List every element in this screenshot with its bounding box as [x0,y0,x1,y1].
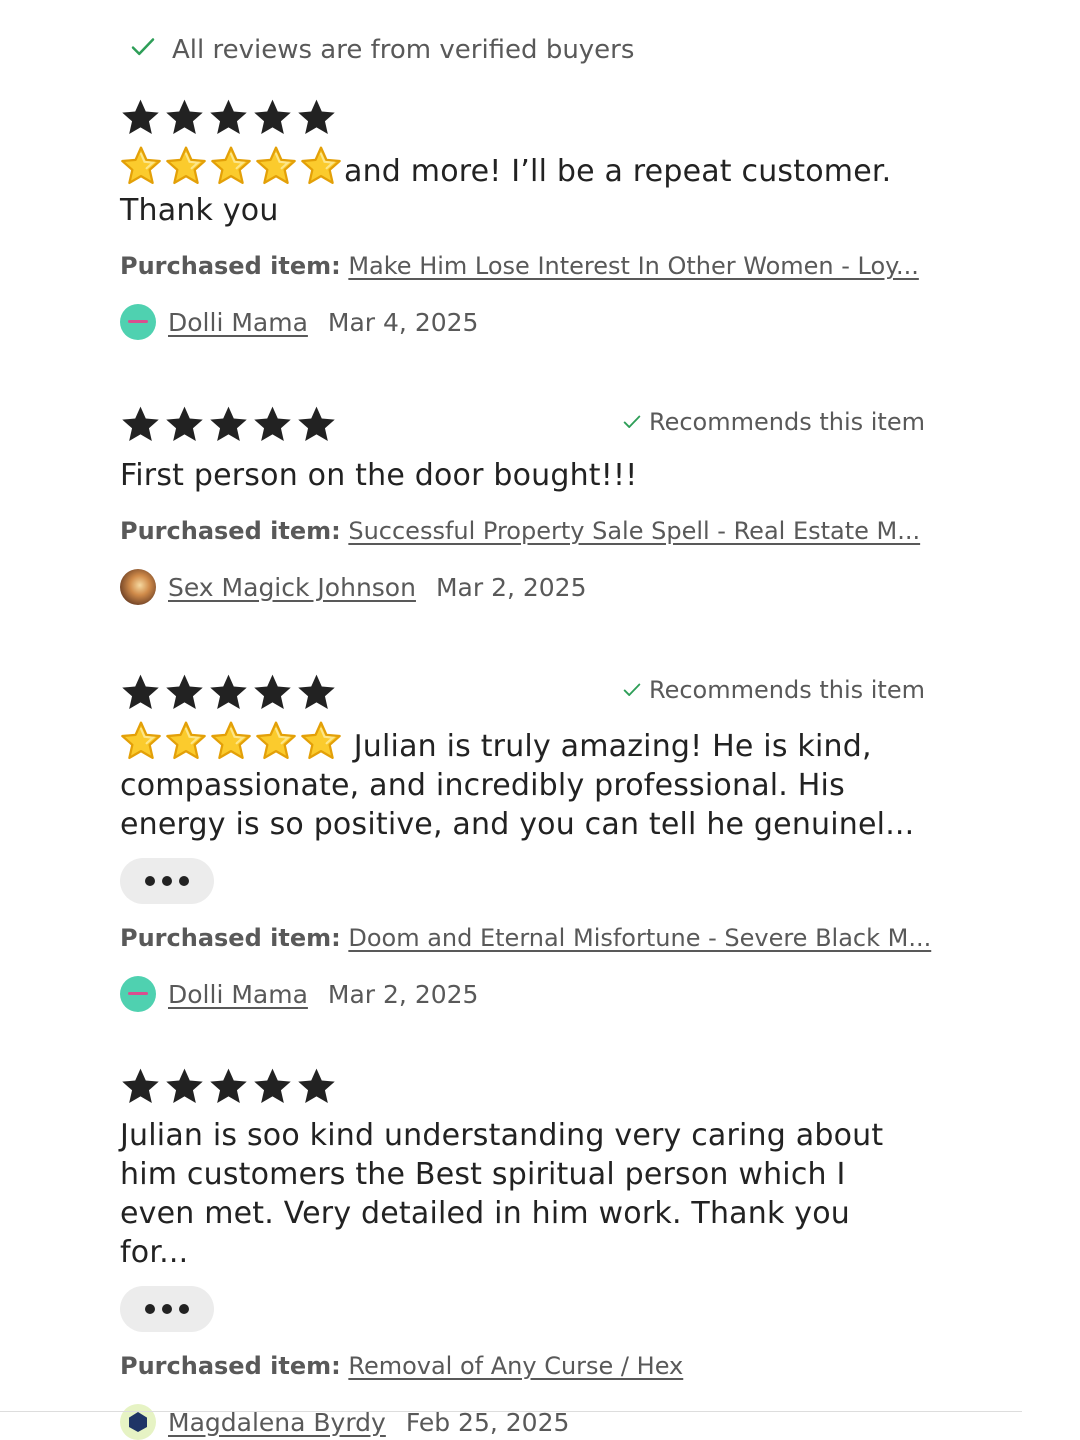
star-icon [208,97,249,138]
emoji-star-icon [165,720,207,762]
purchased-item-label: Purchased item: [120,1352,341,1380]
rating-row [120,95,925,139]
check-icon [623,683,641,696]
emoji-star-icon [255,145,297,187]
purchased-item-row: Purchased item: Make Him Lose Interest I… [120,252,925,280]
star-icon [208,404,249,445]
verified-buyers-banner: All reviews are from verified buyers [128,30,634,70]
dot-icon [145,876,155,886]
review-date: Mar 2, 2025 [435,572,587,602]
dot-icon [179,876,189,886]
reviewer-row: Magdalena Byrdy Feb 25, 2025 [120,1404,925,1440]
review-date: Mar 4, 2025 [327,307,479,337]
star-icon [252,672,293,713]
reviewer-name-link[interactable]: Dolli Mama [168,308,308,337]
emoji-star-icon [300,720,342,762]
star-icon [252,404,293,445]
reviewer-row: Dolli Mama Mar 2, 2025 [120,976,925,1012]
reviewer-row: Sex Magick Johnson Mar 2, 2025 [120,569,925,605]
recommends-badge: Recommends this item [621,408,925,436]
purchased-item-link[interactable]: Removal of Any Curse / Hex [348,1352,683,1380]
reviewer-name-link[interactable]: Sex Magick Johnson [168,573,416,602]
star-rating [120,97,337,138]
rating-row [120,1064,925,1108]
star-icon [252,97,293,138]
recommends-label: Recommends this item [649,676,925,704]
check-icon [128,32,172,69]
star-rating [120,1066,337,1107]
star-icon [296,404,337,445]
purchased-item-label: Purchased item: [120,517,341,545]
rating-row: Recommends this item [120,402,925,446]
expand-review-button[interactable] [120,1286,214,1332]
star-icon [164,97,205,138]
emoji-star-icon [300,145,342,187]
reviewer-row: Dolli Mama Mar 4, 2025 [120,304,925,340]
star-icon [120,672,161,713]
star-icon [208,672,249,713]
purchased-item-row: Purchased item: Removal of Any Curse / H… [120,1352,925,1380]
avatar[interactable] [120,304,156,340]
verified-banner-text: All reviews are from verified buyers [172,35,635,65]
review-text: Julian is soo kind understanding very ca… [120,1118,884,1270]
review-card: Recommends this item Julian is truly ama… [120,670,931,1012]
star-icon [164,1066,205,1107]
dot-icon [162,876,172,886]
star-icon [120,404,161,445]
review-text-block: Julian is truly amazing! He is kind, com… [120,720,925,844]
recommends-badge: Recommends this item [621,676,925,704]
check-icon [623,415,641,428]
dot-icon [162,1304,172,1314]
purchased-item-label: Purchased item: [120,252,341,280]
review-text: First person on the door bought!!! [120,458,638,493]
divider [0,1411,1022,1412]
emoji-star-icon [120,145,162,187]
emoji-star-icon [210,720,252,762]
avatar[interactable] [120,569,156,605]
star-rating [120,672,337,713]
purchased-item-row: Purchased item: Successful Property Sale… [120,517,925,545]
star-icon [296,672,337,713]
expand-review-button[interactable] [120,858,214,904]
star-icon [120,1066,161,1107]
review-date: Mar 2, 2025 [327,979,479,1009]
recommends-label: Recommends this item [649,408,925,436]
dot-icon [145,1304,155,1314]
purchased-item-link[interactable]: Make Him Lose Interest In Other Women - … [348,252,919,280]
avatar[interactable] [120,976,156,1012]
star-icon [164,672,205,713]
star-icon [120,97,161,138]
purchased-item-row: Purchased item: Doom and Eternal Misfort… [120,924,931,952]
dot-icon [179,1304,189,1314]
avatar[interactable] [120,1404,156,1440]
purchased-item-link[interactable]: Doom and Eternal Misfortune - Severe Bla… [348,924,931,952]
star-icon [296,97,337,138]
review-card: Julian is soo kind understanding very ca… [120,1064,925,1440]
reviewer-name-link[interactable]: Dolli Mama [168,980,308,1009]
emoji-stars [120,145,342,187]
emoji-star-icon [165,145,207,187]
star-icon [208,1066,249,1107]
star-icon [296,1066,337,1107]
purchased-item-link[interactable]: Successful Property Sale Spell - Real Es… [348,517,920,545]
review-card: and more! I’ll be a repeat customer. Tha… [120,95,925,340]
rating-row: Recommends this item [120,670,925,714]
star-icon [252,1066,293,1107]
emoji-stars [120,720,342,762]
review-card: Recommends this item First person on the… [120,402,925,605]
emoji-star-icon [255,720,297,762]
star-rating [120,404,337,445]
review-text-block: and more! I’ll be a repeat customer. Tha… [120,145,925,230]
purchased-item-label: Purchased item: [120,924,341,952]
emoji-star-icon [120,720,162,762]
star-icon [164,404,205,445]
emoji-star-icon [210,145,252,187]
